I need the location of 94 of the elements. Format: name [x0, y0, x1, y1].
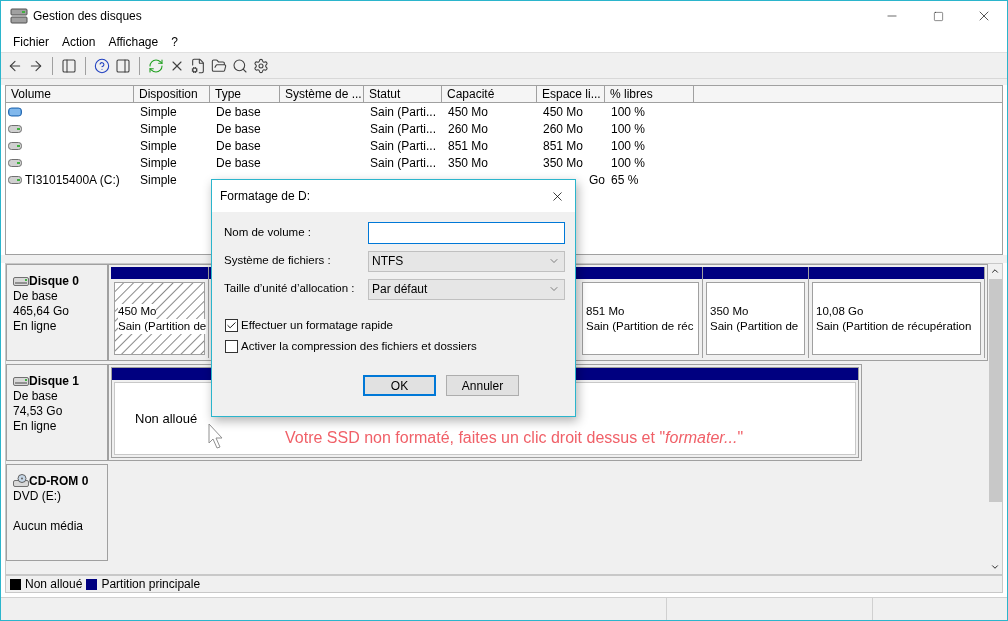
checkbox-label: Activer la compression des fichiers et dossiers — [241, 338, 477, 354]
table-cell-text: 260 Mo — [543, 120, 584, 138]
table-cell-text: TI31015400A (C:) — [25, 171, 120, 189]
column-header[interactable]: Disposition — [134, 86, 210, 102]
folder-icon[interactable] — [211, 57, 227, 74]
dialog-button[interactable]: OK — [363, 375, 436, 396]
menu-item[interactable]: Affichage — [108, 32, 159, 51]
table-cell-text: 100 % — [611, 154, 646, 172]
table-cell-text: 100 % — [611, 120, 646, 138]
annotation: Votre SSD non formaté, faites un clic droit dessus et "formater..." — [285, 428, 744, 448]
field-label: Système de fichiers : — [224, 253, 332, 269]
table-cell-text: De base — [216, 120, 261, 138]
settings-icon[interactable] — [253, 57, 269, 74]
disk-management-icon — [10, 8, 28, 24]
partition-status: Sain (Partition de — [118, 318, 207, 334]
window-title: Gestion des disques — [33, 8, 142, 25]
table-cell-text: 100 % — [611, 103, 646, 121]
table-cell-text: Sain (Parti... — [370, 120, 437, 138]
checkbox-label: Effectuer un formatage rapide — [241, 317, 393, 333]
volume-name-field[interactable] — [368, 222, 565, 244]
column-header[interactable]: Type — [210, 86, 280, 102]
legend-label: Partition principale — [101, 576, 201, 593]
search-icon[interactable] — [232, 57, 248, 74]
column-header[interactable]: Statut — [364, 86, 442, 102]
column-header[interactable]: % libres — [605, 86, 694, 102]
scroll-up-icon[interactable] — [990, 266, 1000, 276]
legend-label: Non alloué — [25, 576, 83, 593]
table-cell-text: Sain (Parti... — [370, 137, 437, 155]
table-cell-text: 450 Mo — [543, 103, 584, 121]
properties-icon[interactable] — [190, 57, 206, 74]
table-cell-text: De base — [216, 137, 261, 155]
disk-name: Disque 1 — [29, 373, 79, 389]
table-cell-text: Sain (Parti... — [370, 154, 437, 172]
table-cell-text: Simple — [140, 154, 177, 172]
dropdown[interactable]: NTFS — [368, 250, 565, 272]
disk-info: En ligne — [13, 319, 58, 334]
cd-drive-icon — [13, 474, 29, 488]
column-header[interactable]: Capacité — [442, 86, 537, 102]
drive-icon — [8, 140, 22, 151]
disk-info: DVD (E:) — [13, 489, 62, 504]
refresh-icon[interactable] — [148, 57, 164, 74]
panel-icon[interactable] — [115, 57, 131, 74]
column-header[interactable]: Volume — [6, 86, 134, 102]
partition-size: 450 Mo — [118, 303, 157, 319]
partition[interactable]: 450 Mo Sain (Partition de — [114, 282, 205, 355]
table-cell-text: Sain (Parti... — [370, 103, 437, 121]
table-cell-text: Simple — [140, 120, 177, 138]
table-cell-text: 450 Mo — [448, 103, 489, 121]
disk-info: De base — [13, 289, 59, 304]
disk-info: Aucun média — [13, 519, 85, 534]
table-cell-text: 65 % — [611, 171, 639, 189]
table-cell-text: 851 Mo — [543, 137, 584, 155]
table-cell-text: Simple — [140, 171, 177, 189]
disk-info: De base — [13, 389, 59, 404]
drive-icon — [8, 157, 22, 168]
table-cell-text: 350 Mo — [448, 154, 489, 172]
table-cell-text: Simple — [140, 103, 177, 121]
menu-item[interactable]: Action — [62, 32, 96, 51]
dialog-button[interactable]: Annuler — [446, 375, 519, 396]
disk-info: 74,53 Go — [13, 404, 64, 419]
table-cell-text: 260 Mo — [448, 120, 489, 138]
menu-item[interactable]: Fichier — [13, 32, 49, 51]
drive-icon — [8, 106, 22, 117]
partition-label: Non alloué — [135, 409, 198, 428]
field-label: Taille d’unité d’allocation : — [224, 281, 356, 297]
scroll-down-icon[interactable] — [990, 562, 1000, 572]
partition[interactable]: 10,08 Go Sain (Partition de récupération — [812, 282, 981, 355]
table-cell-text: Simple — [140, 137, 177, 155]
dialog-title: Formatage de D: — [220, 188, 311, 205]
partition[interactable]: 350 Mo Sain (Partition de — [706, 282, 805, 355]
table-cell-text: De base — [216, 103, 261, 121]
disk-info: 465,64 Go — [13, 304, 71, 319]
table-cell-text: 350 Mo — [543, 154, 584, 172]
table-cell-text: 851 Mo — [448, 137, 489, 155]
partition[interactable]: 851 Mo Sain (Partition de réc — [582, 282, 699, 355]
disk-name: Disque 0 — [29, 273, 79, 289]
maximize-icon — [932, 10, 944, 22]
help-icon[interactable] — [94, 57, 110, 74]
panel-icon[interactable] — [61, 57, 77, 74]
menu-item[interactable]: ? — [171, 32, 178, 51]
dropdown[interactable]: Par défaut — [368, 278, 565, 300]
table-cell-text: De base — [216, 154, 261, 172]
column-header[interactable]: Espace li... — [537, 86, 605, 102]
checkbox[interactable] — [225, 319, 238, 332]
drive-icon — [8, 123, 22, 134]
mouse-cursor-icon — [208, 423, 224, 449]
disk-info: En ligne — [13, 419, 58, 434]
checkbox[interactable] — [225, 340, 238, 353]
drive-icon — [8, 174, 22, 185]
table-cell-text: Go — [588, 171, 605, 189]
table-cell-text: 100 % — [611, 137, 646, 155]
field-label: Nom de volume : — [224, 225, 312, 241]
column-header[interactable]: Système de ... — [280, 86, 364, 102]
disk-name: CD-ROM 0 — [29, 473, 89, 489]
